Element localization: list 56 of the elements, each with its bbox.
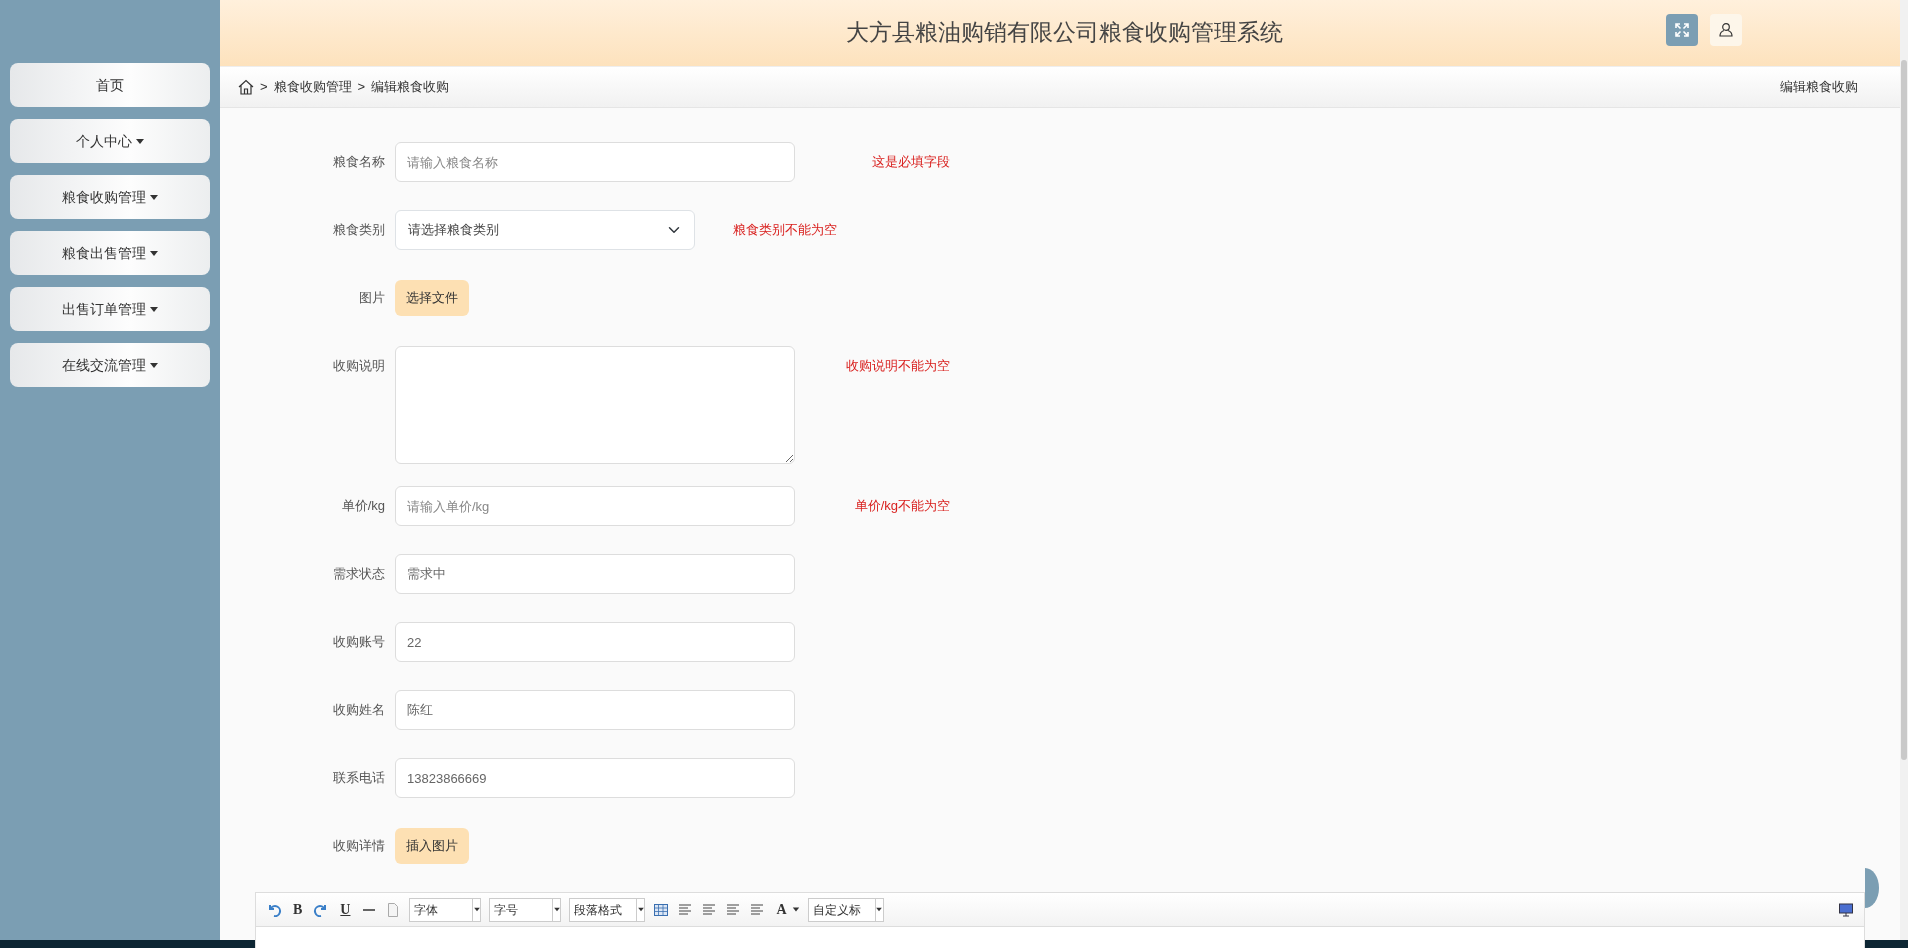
floating-button[interactable] bbox=[1865, 868, 1879, 908]
field-label: 联系电话 bbox=[332, 769, 386, 787]
select-field[interactable]: 请选择粮食类别 bbox=[395, 210, 695, 250]
field-label: 收购说明 bbox=[332, 357, 386, 375]
align-icon[interactable] bbox=[725, 901, 742, 918]
error-message: 这是必填字段 bbox=[871, 153, 950, 171]
sidebar-item[interactable]: 粮食收购管理 bbox=[10, 175, 210, 219]
preview-icon[interactable] bbox=[1838, 901, 1854, 918]
caret-icon bbox=[792, 907, 799, 912]
align-icon[interactable] bbox=[749, 901, 766, 918]
breadcrumb-separator: > bbox=[357, 78, 366, 97]
font-color-button[interactable]: A bbox=[773, 899, 790, 920]
sidebar-item[interactable]: 个人中心 bbox=[10, 119, 210, 163]
breadcrumb-separator: > bbox=[260, 78, 268, 97]
home-icon[interactable] bbox=[238, 79, 254, 95]
input-field[interactable]: 22 bbox=[395, 622, 795, 662]
field-label: 需求状态 bbox=[332, 565, 386, 583]
user-icon bbox=[1718, 22, 1734, 38]
align-icon[interactable] bbox=[677, 901, 694, 918]
fullscreen-button[interactable] bbox=[1666, 14, 1698, 46]
editor-area[interactable]: B U 字体 字号 段落格式 A 自定义标 bbox=[255, 892, 1865, 948]
field-label: 单价/kg bbox=[340, 497, 386, 515]
toolbar-dropdown[interactable]: 段落格式 bbox=[569, 897, 646, 922]
expand-icon bbox=[1674, 22, 1690, 38]
field-label: 粮食名称 bbox=[332, 153, 386, 171]
page-title: 编辑粮食收购 bbox=[1780, 78, 1858, 97]
align-icon[interactable] bbox=[701, 901, 718, 918]
sidebar-item[interactable]: 首页 bbox=[10, 63, 210, 107]
table-icon[interactable] bbox=[653, 901, 670, 918]
input-field[interactable]: 请输入粮食名称 bbox=[395, 142, 795, 182]
format-button[interactable]: B bbox=[290, 899, 306, 920]
user-button[interactable] bbox=[1710, 14, 1742, 46]
sidebar-item[interactable]: 出售订单管理 bbox=[10, 287, 210, 331]
field-label: 图片 bbox=[358, 289, 386, 307]
error-message: 收购说明不能为空 bbox=[845, 357, 950, 375]
field-label: 粮食类别 bbox=[332, 221, 386, 239]
format-button[interactable]: U bbox=[337, 899, 354, 920]
error-message: 单价/kg不能为空 bbox=[853, 497, 950, 515]
input-field[interactable]: 陈红 bbox=[395, 690, 795, 730]
error-message: 粮食类别不能为空 bbox=[733, 221, 837, 239]
breadcrumb-item[interactable]: 编辑粮食收购 bbox=[371, 77, 450, 97]
field-label: 收购账号 bbox=[332, 633, 386, 651]
toolbar-dropdown[interactable]: 自定义标 bbox=[807, 897, 884, 922]
upload-button[interactable]: 选择文件 bbox=[395, 280, 469, 316]
app-title: 大方县粮油购销有限公司粮食收购管理系统 bbox=[845, 19, 1283, 47]
breadcrumb-item[interactable]: 粮食收购管理 bbox=[273, 77, 352, 97]
input-field[interactable]: 13823866669 bbox=[395, 758, 795, 798]
input-field[interactable]: 请输入单价/kg bbox=[395, 486, 795, 526]
sidebar-item[interactable]: 粮食出售管理 bbox=[10, 231, 210, 275]
toolbar-dropdown[interactable]: 字体 bbox=[409, 897, 482, 922]
sidebar-item[interactable]: 在线交流管理 bbox=[10, 343, 210, 387]
field-label: 收购详情 bbox=[332, 837, 386, 855]
input-field[interactable]: 需求中 bbox=[395, 554, 795, 594]
toolbar-dropdown[interactable]: 字号 bbox=[489, 897, 562, 922]
upload-button[interactable]: 插入图片 bbox=[395, 828, 469, 864]
field-label: 收购姓名 bbox=[332, 701, 386, 719]
